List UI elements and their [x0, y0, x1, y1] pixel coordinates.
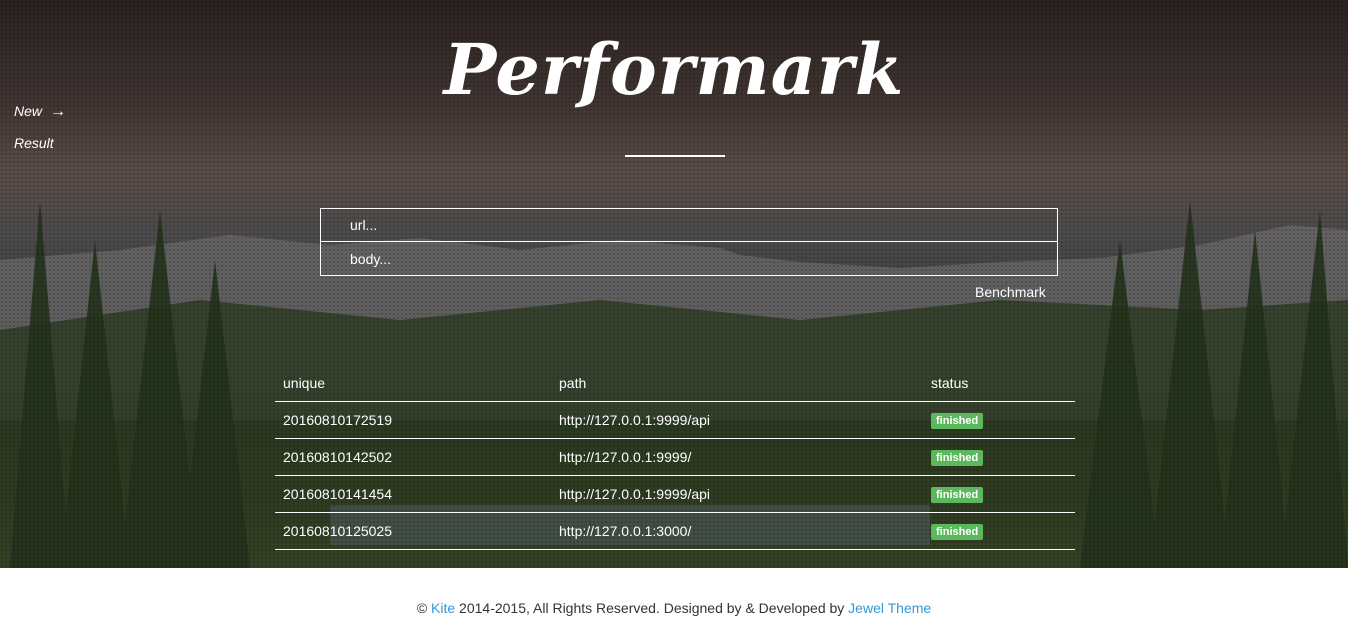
copyright-symbol: © [416, 600, 428, 616]
cell-path: http://127.0.0.1:9999/api [551, 401, 923, 439]
footer: © Kite 2014-2015, All Rights Reserved. D… [0, 600, 1348, 616]
table-row[interactable]: 20160810141454 http://127.0.0.1:9999/api… [275, 475, 1075, 513]
nav-result-link[interactable]: Result [14, 135, 66, 151]
cell-unique: 20160810172519 [275, 401, 551, 439]
url-input[interactable] [320, 208, 1058, 242]
column-header-status: status [923, 368, 1075, 402]
table-row[interactable]: 20160810142502 http://127.0.0.1:9999/ fi… [275, 438, 1075, 476]
status-badge: finished [931, 524, 984, 540]
status-badge: finished [931, 413, 984, 429]
cell-path: http://127.0.0.1:3000/ [551, 512, 923, 550]
column-header-unique: unique [275, 368, 551, 402]
title-divider [625, 155, 725, 157]
cell-unique: 20160810125025 [275, 512, 551, 550]
footer-text: 2014-2015, All Rights Reserved. Designed… [459, 600, 845, 616]
table-row[interactable]: 20160810125025 http://127.0.0.1:3000/ fi… [275, 512, 1075, 550]
body-input[interactable] [320, 242, 1058, 276]
status-badge: finished [931, 487, 984, 503]
page-title: Performark [443, 28, 905, 111]
side-nav: New → Result [14, 103, 66, 165]
column-header-path: path [551, 368, 923, 402]
results-table: unique path status 20160810172519 http:/… [275, 368, 1075, 550]
cell-path: http://127.0.0.1:9999/api [551, 475, 923, 513]
benchmark-button[interactable]: Benchmark [975, 284, 1046, 300]
jewel-theme-link[interactable]: Jewel Theme [848, 600, 931, 616]
kite-link[interactable]: Kite [431, 600, 455, 616]
status-badge: finished [931, 450, 984, 466]
cell-path: http://127.0.0.1:9999/ [551, 438, 923, 476]
table-row[interactable]: 20160810172519 http://127.0.0.1:9999/api… [275, 401, 1075, 439]
cell-unique: 20160810142502 [275, 438, 551, 476]
cell-unique: 20160810141454 [275, 475, 551, 513]
table-header-row: unique path status [275, 368, 1075, 402]
